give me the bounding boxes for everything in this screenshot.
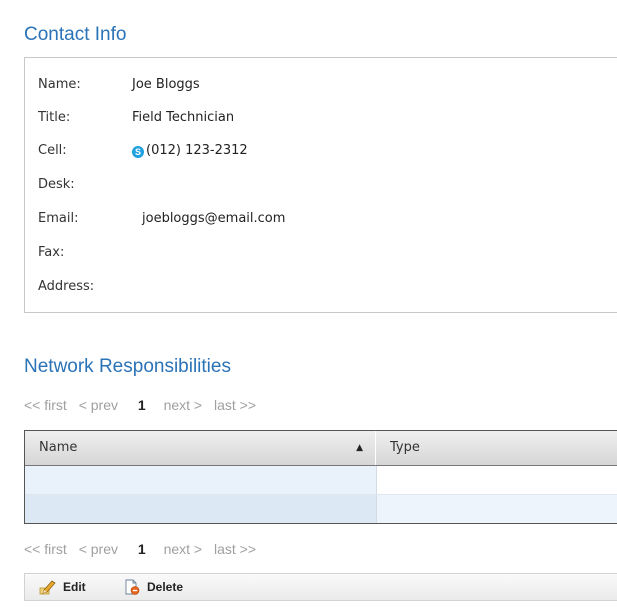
first-page-link[interactable]: << first: [24, 397, 67, 413]
pager-top: << first < prev 1 next > last >>: [24, 397, 264, 413]
delete-button[interactable]: Delete: [123, 579, 183, 595]
sort-ascending-icon[interactable]: ▲: [356, 431, 363, 465]
next-page-link[interactable]: next >: [164, 397, 203, 413]
contact-info-title: Contact Info: [24, 24, 127, 45]
desk-label: Desk:: [38, 177, 75, 192]
edit-label: Edit: [63, 580, 86, 594]
cell-value[interactable]: (012) 123-2312: [146, 143, 248, 158]
last-page-link[interactable]: last >>: [214, 397, 256, 413]
column-header-name-label: Name: [39, 440, 78, 455]
table-cell-type: [377, 466, 617, 494]
prev-page-link[interactable]: < prev: [79, 541, 118, 557]
cell-value-wrapper: S (012) 123-2312: [132, 143, 248, 158]
email-value[interactable]: joebloggs@email.com: [142, 211, 285, 226]
skype-icon[interactable]: S: [132, 146, 144, 158]
edit-button[interactable]: Edit: [39, 579, 86, 595]
address-label: Address:: [38, 279, 95, 294]
name-value: Joe Bloggs: [132, 77, 200, 92]
grid-header: Name ▲ Type: [25, 431, 617, 466]
table-cell-type: [377, 495, 617, 523]
first-page-link[interactable]: << first: [24, 541, 67, 557]
table-row[interactable]: [25, 495, 617, 523]
last-page-link[interactable]: last >>: [214, 541, 256, 557]
email-label: Email:: [38, 211, 79, 226]
contact-info-panel: Name: Joe Bloggs Title: Field Technician…: [24, 57, 617, 313]
current-page: 1: [137, 541, 146, 557]
prev-page-link[interactable]: < prev: [79, 397, 118, 413]
title-value: Field Technician: [132, 110, 235, 125]
network-responsibilities-title: Network Responsibilities: [24, 356, 231, 377]
title-label: Title:: [38, 110, 71, 125]
table-cell-name: [25, 495, 377, 523]
name-label: Name:: [38, 77, 81, 92]
network-grid: Name ▲ Type: [24, 430, 617, 524]
column-header-type-label: Type: [390, 440, 420, 455]
current-page: 1: [137, 397, 146, 413]
delete-document-icon: [125, 579, 140, 595]
cell-label: Cell:: [38, 143, 67, 158]
pager-bottom: << first < prev 1 next > last >>: [24, 541, 264, 557]
delete-label: Delete: [147, 580, 184, 594]
pencil-icon: [39, 580, 56, 595]
fax-label: Fax:: [38, 245, 65, 260]
column-header-name[interactable]: Name ▲: [25, 431, 376, 465]
next-page-link[interactable]: next >: [164, 541, 203, 557]
column-header-type[interactable]: Type: [376, 431, 617, 465]
action-toolbar: Edit Delete: [24, 573, 617, 601]
table-row[interactable]: [25, 466, 617, 495]
table-cell-name: [25, 466, 377, 494]
